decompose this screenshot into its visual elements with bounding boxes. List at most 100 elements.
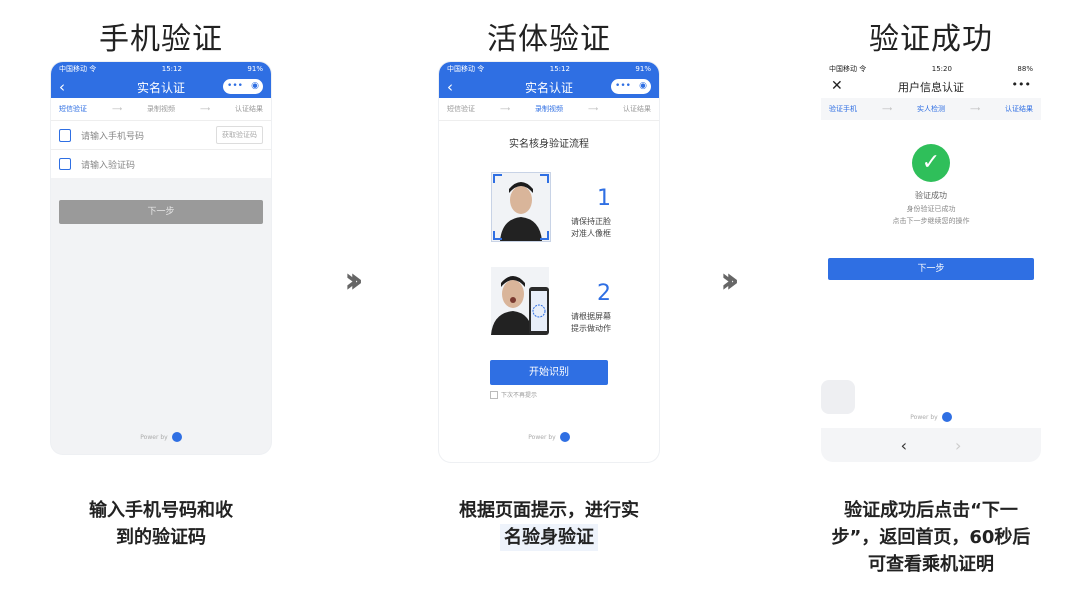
checkbox[interactable] <box>490 390 498 399</box>
nav-bar: ‹ 实名认证 ••• ◉ <box>439 76 659 98</box>
success-hint: 点击下一步继续您的操作 <box>892 217 970 225</box>
code-input[interactable]: 请输入验证码 <box>81 158 135 171</box>
panel-title: 验证成功 <box>869 22 993 57</box>
steps-bar: 短信验证 ⟶ 录制视频 ⟶ 认证结果 <box>439 98 659 121</box>
caption-line: 可查看乘机证明 <box>868 554 994 575</box>
close-icon[interactable]: ✕ <box>831 78 843 94</box>
step-label: 验证手机 <box>829 105 857 113</box>
no-remind-label: 下次不再提示 <box>501 392 538 399</box>
caption-line: 验证成功后点击“下一 <box>844 500 1018 521</box>
time-label: 15:20 <box>931 65 952 73</box>
next-button[interactable]: 下一步 <box>59 200 263 224</box>
no-remind-row[interactable]: 下次不再提示 <box>490 390 537 399</box>
portrait-image <box>492 173 550 241</box>
step-text: 请保持正脸 对准人像框 <box>571 216 611 240</box>
step-label: 认证结果 <box>622 105 651 113</box>
battery-label: 91% <box>247 65 263 73</box>
caption-line: 到的验证码 <box>116 527 206 548</box>
browser-bottom-bar: ‹ › <box>821 428 1041 462</box>
arrow-right-icon: ⟶ <box>881 105 893 113</box>
arrow-right-icon: ⟶ <box>969 105 980 113</box>
portrait-image <box>491 267 549 335</box>
success-title: 验证成功 <box>915 191 947 200</box>
message-icon <box>59 158 71 170</box>
mini-program-capsule[interactable]: ••• ◉ <box>611 79 651 94</box>
brand-logo-icon <box>171 432 182 442</box>
arrow-right-icon: ⟶ <box>111 105 123 113</box>
step-label: 短信验证 <box>59 105 87 113</box>
step-text-line: 对准人像框 <box>571 229 611 238</box>
powered-by-label: Power by <box>140 433 168 441</box>
chevron-left-icon[interactable]: ‹ <box>59 78 65 96</box>
phone-screen: 中国移动 令 15:12 91% ‹ 实名认证 ••• ◉ 短信验证 ⟶ 录制视… <box>439 62 659 462</box>
arrow-right-icon: ⟶ <box>587 105 598 113</box>
steps-bar: 验证手机 ⟶ 实人检测 ⟶ 认证结果 <box>821 98 1041 120</box>
back-arrow-icon[interactable]: ‹ <box>901 436 907 455</box>
brand-logo-icon <box>559 432 570 442</box>
step-number: 1 <box>597 186 611 211</box>
caption: 输入手机号码和收 到的验证码 <box>46 497 276 551</box>
panel-title: 手机验证 <box>99 22 223 57</box>
target-icon[interactable]: ◉ <box>639 82 647 91</box>
step-label: 录制视频 <box>146 105 175 113</box>
target-icon[interactable]: ◉ <box>251 82 259 91</box>
portrait-frame <box>491 267 549 335</box>
step-number: 2 <box>597 281 611 306</box>
step-label: 认证结果 <box>234 105 263 113</box>
powered-by: Power by <box>439 432 659 442</box>
nav-bar: ✕ 用户信息认证 ••• <box>821 76 1041 98</box>
caption-line: 根据页面提示，进行实 <box>459 500 639 521</box>
status-bar: 中国移动 令 15:12 91% <box>439 62 659 76</box>
step-label: 录制视频 <box>534 105 563 113</box>
carrier-label: 中国移动 令 <box>829 65 867 73</box>
step-text: 请根据屏幕 提示做动作 <box>571 311 611 335</box>
phone-screen: 中国移动 令 15:20 88% ✕ 用户信息认证 ••• 验证手机 ⟶ 实人检… <box>821 62 1041 462</box>
double-chevron-right-icon: ›› <box>344 260 363 301</box>
caption: 根据页面提示，进行实 名验身验证 <box>434 497 664 551</box>
arrow-right-icon: ⟶ <box>199 105 210 113</box>
more-icon[interactable]: ••• <box>615 82 631 91</box>
floating-avatar[interactable] <box>821 380 855 414</box>
double-chevron-right-icon: ›› <box>720 260 739 301</box>
phone-input-row[interactable]: 请输入手机号码 获取验证码 <box>51 121 271 150</box>
phone-input[interactable]: 请输入手机号码 <box>81 129 216 142</box>
status-bar: 中国移动 令 15:20 88% <box>821 62 1041 76</box>
portrait-frame <box>491 172 551 242</box>
success-subtitle: 身份验证已成功 <box>906 205 956 213</box>
brand-logo-icon <box>941 412 952 422</box>
get-code-button[interactable]: 获取验证码 <box>216 126 263 144</box>
flow-heading: 实名核身验证流程 <box>509 139 589 150</box>
powered-by-label: Power by <box>910 413 938 421</box>
chevron-left-icon[interactable]: ‹ <box>447 78 453 96</box>
more-icon[interactable]: ••• <box>1012 78 1031 91</box>
forward-arrow-icon[interactable]: › <box>955 436 961 455</box>
code-input-row[interactable]: 请输入验证码 <box>51 150 271 178</box>
battery-label: 88% <box>1017 65 1033 73</box>
step-text-line: 提示做动作 <box>571 324 611 333</box>
status-bar: 中国移动 令 15:12 91% <box>51 62 271 76</box>
mini-program-capsule[interactable]: ••• ◉ <box>223 79 263 94</box>
panel-title: 活体验证 <box>487 22 611 57</box>
time-label: 15:12 <box>161 65 182 73</box>
time-label: 15:12 <box>549 65 570 73</box>
step-text-line: 请保持正脸 <box>571 217 611 226</box>
nav-title: 实名认证 <box>136 80 185 95</box>
powered-by: Power by <box>821 412 1041 422</box>
step-label: 实人检测 <box>916 105 945 113</box>
caption-line: 名验身验证 <box>500 524 598 551</box>
step-one: 1 请保持正脸 对准人像框 <box>491 172 611 242</box>
next-button[interactable]: 下一步 <box>828 258 1034 280</box>
caption: 验证成功后点击“下一 步”，返回首页，60秒后 可查看乘机证明 <box>816 497 1046 578</box>
nav-title: 实名认证 <box>524 80 573 95</box>
carrier-label: 中国移动 令 <box>447 65 485 73</box>
more-icon[interactable]: ••• <box>227 82 243 91</box>
arrow-right-icon: ⟶ <box>499 105 511 113</box>
step-text-line: 请根据屏幕 <box>571 312 611 321</box>
steps-bar: 短信验证 ⟶ 录制视频 ⟶ 认证结果 <box>51 98 271 121</box>
caption-line: 输入手机号码和收 <box>89 500 233 521</box>
powered-by-label: Power by <box>528 433 556 441</box>
nav-title: 用户信息认证 <box>898 81 964 94</box>
start-recognition-button[interactable]: 开始识别 <box>490 360 608 385</box>
nav-bar: ‹ 实名认证 ••• ◉ <box>51 76 271 98</box>
check-icon: ✓ <box>912 144 950 182</box>
